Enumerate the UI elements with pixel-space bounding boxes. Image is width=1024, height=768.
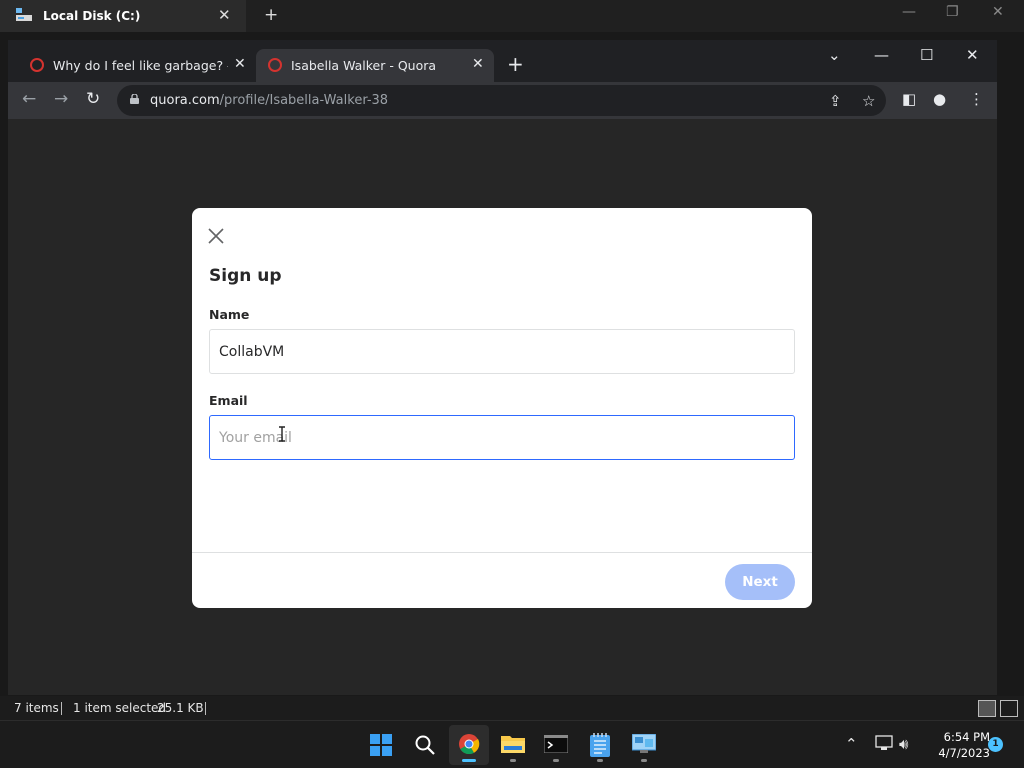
profile-icon[interactable]: ● xyxy=(933,90,946,108)
volume-icon[interactable]: 🔊︎ xyxy=(899,735,908,753)
status-divider xyxy=(205,702,206,715)
drive-icon xyxy=(16,8,32,21)
lock-icon xyxy=(130,94,139,104)
back-icon[interactable]: ← xyxy=(22,89,36,109)
name-label: Name xyxy=(209,307,250,322)
tab-why-garbage[interactable]: Why do I feel like garbage? - Quora ✕ xyxy=(18,49,256,82)
tiles-view-icon[interactable] xyxy=(1000,700,1018,717)
explorer-status-bar: 7 items 1 item selected 25.1 KB xyxy=(0,696,1024,720)
terminal-icon[interactable] xyxy=(536,725,576,765)
new-tab-icon[interactable]: + xyxy=(507,52,524,76)
email-label: Email xyxy=(209,393,248,408)
control-panel-icon[interactable] xyxy=(624,725,664,765)
modal-title: Sign up xyxy=(209,266,282,286)
running-indicator xyxy=(597,759,603,762)
browser-close-icon[interactable]: ✕ xyxy=(966,46,979,64)
running-indicator xyxy=(510,759,516,762)
browser-minimize-icon[interactable]: — xyxy=(874,46,889,64)
tab-strip: Why do I feel like garbage? - Quora ✕ Is… xyxy=(8,40,997,82)
tab-label: Why do I feel like garbage? - Quora xyxy=(53,58,228,73)
running-indicator xyxy=(553,759,559,762)
status-divider xyxy=(61,702,62,715)
forward-icon[interactable]: → xyxy=(54,89,68,109)
start-icon[interactable] xyxy=(361,725,401,765)
browser-toolbar: ← → ↻ quora.com/profile/Isabella-Walker-… xyxy=(8,82,997,119)
next-button[interactable]: Next xyxy=(725,564,795,600)
status-item-count: 7 items xyxy=(14,701,59,715)
explorer-minimize-icon[interactable]: — xyxy=(902,4,916,20)
close-icon[interactable] xyxy=(206,226,226,246)
explorer-title: Local Disk (C:) xyxy=(43,9,141,23)
modal-footer: Next xyxy=(192,552,812,608)
reload-icon[interactable]: ↻ xyxy=(86,89,100,109)
explorer-title-bar: Local Disk (C:) ✕ + — ❐ ✕ xyxy=(0,0,1024,32)
side-panel-icon[interactable]: ◧ xyxy=(902,90,916,108)
name-input[interactable] xyxy=(209,329,795,374)
notepad-icon[interactable] xyxy=(580,725,620,765)
tab-close-icon[interactable]: ✕ xyxy=(472,56,484,72)
active-indicator xyxy=(462,759,476,762)
explorer-restore-icon[interactable]: ❐ xyxy=(946,4,959,20)
system-clock[interactable]: 6:54 PM 4/7/2023 xyxy=(924,729,990,761)
email-input[interactable] xyxy=(209,415,795,460)
file-explorer-icon[interactable] xyxy=(493,725,533,765)
notification-badge[interactable]: 1 xyxy=(988,737,1003,752)
explorer-new-tab-icon[interactable]: + xyxy=(264,5,278,25)
url-text: quora.com/profile/Isabella-Walker-38 xyxy=(150,93,389,108)
chrome-icon[interactable] xyxy=(449,725,489,765)
network-icon[interactable] xyxy=(875,735,893,751)
tab-isabella-walker[interactable]: Isabella Walker - Quora ✕ xyxy=(256,49,494,82)
status-selected: 1 item selected xyxy=(73,701,167,715)
share-icon[interactable]: ⇪ xyxy=(829,92,842,110)
signup-modal: Sign up Name Email Next xyxy=(192,208,812,608)
tray-chevron-up-icon[interactable]: ⌃ xyxy=(845,735,858,753)
clock-date: 4/7/2023 xyxy=(938,746,990,760)
quora-favicon-icon xyxy=(30,58,44,72)
explorer-close-icon[interactable]: ✕ xyxy=(992,4,1004,20)
tab-search-chevron-down-icon[interactable]: ⌄ xyxy=(828,46,841,64)
quora-favicon-icon xyxy=(268,58,282,72)
taskbar: ⌃ 🔊︎ 6:54 PM 4/7/2023 1 xyxy=(0,720,1024,768)
running-indicator xyxy=(641,759,647,762)
bookmark-star-icon[interactable]: ☆ xyxy=(862,92,875,110)
status-size: 25.1 KB xyxy=(157,701,204,715)
tab-close-icon[interactable]: ✕ xyxy=(234,56,246,72)
explorer-tab-close-icon[interactable]: ✕ xyxy=(218,6,231,24)
browser-maximize-icon[interactable]: ☐ xyxy=(920,46,933,64)
search-icon[interactable] xyxy=(405,725,445,765)
address-bar[interactable]: quora.com/profile/Isabella-Walker-38 ⇪ ☆ xyxy=(117,85,886,116)
menu-kebab-icon[interactable]: ⋮ xyxy=(969,90,984,108)
text-cursor-icon xyxy=(279,426,285,442)
details-view-icon[interactable] xyxy=(978,700,996,717)
clock-time: 6:54 PM xyxy=(943,730,990,744)
tab-label: Isabella Walker - Quora xyxy=(291,58,437,73)
